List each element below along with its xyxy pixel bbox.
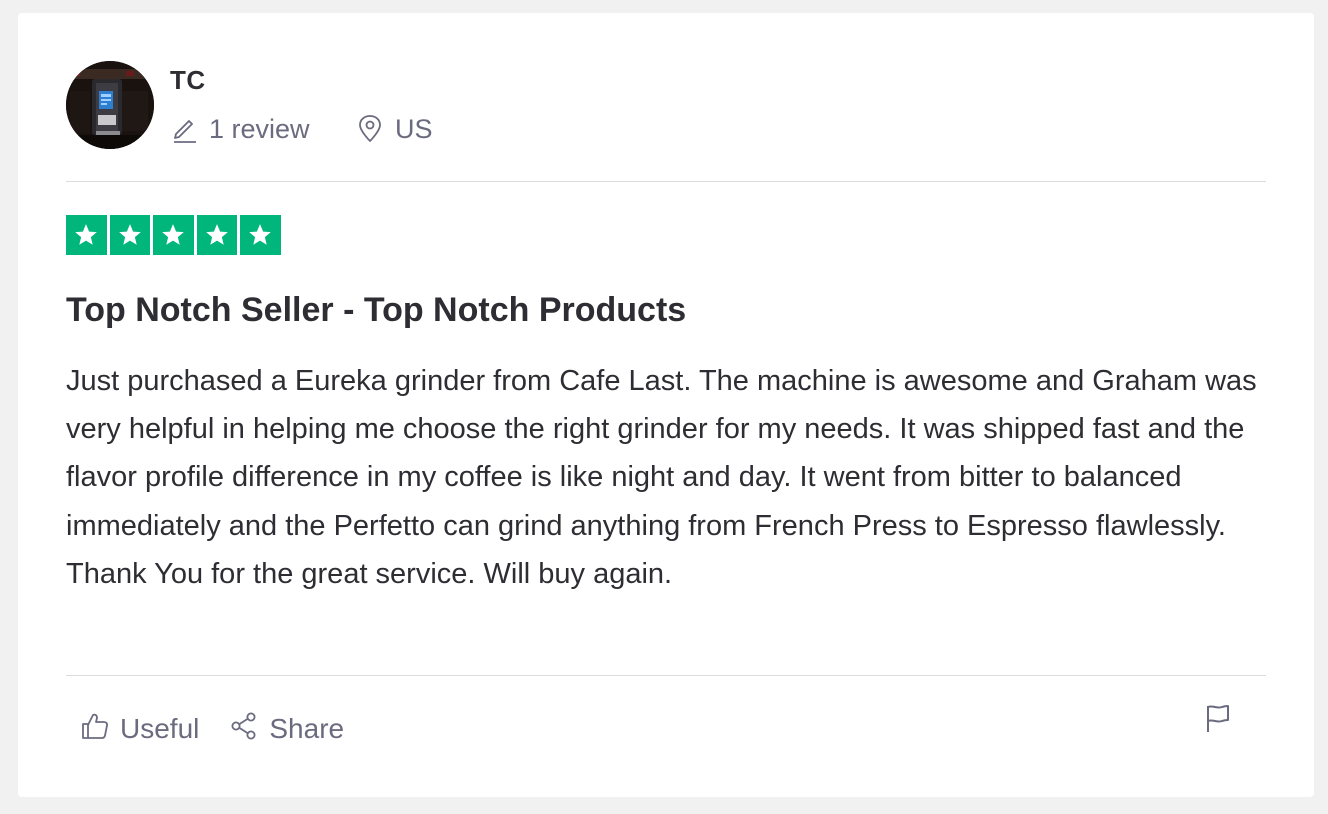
star-icon [66,215,107,255]
share-icon [229,711,259,748]
pencil-icon [170,114,198,144]
review-card: TC 1 review US Top Notch Seller - Top No… [18,13,1314,797]
review-body: Just purchased a Eureka grinder from Caf… [66,365,1257,590]
divider [66,181,1266,182]
star-icon [240,215,281,255]
reviewer-location: US [356,111,433,147]
country-label: US [395,113,433,144]
share-button[interactable]: Share [229,709,344,749]
divider [66,675,1266,676]
star-icon [109,215,150,255]
review-actions: Useful Share [80,709,344,749]
star-rating [66,215,281,255]
useful-label: Useful [120,713,200,744]
review-title[interactable]: Top Notch Seller - Top Notch Products [66,291,686,330]
flag-icon [1204,705,1232,739]
thumbs-up-icon [80,711,110,748]
review-count: 1 review [170,111,356,147]
reviewer-name[interactable]: TC [170,65,206,96]
reviewer-meta: 1 review US [170,111,433,147]
reviewer-avatar[interactable] [66,61,154,149]
location-pin-icon [356,114,384,144]
share-label: Share [269,713,345,744]
report-flag-button[interactable] [1204,703,1232,735]
useful-button[interactable]: Useful [80,709,199,749]
star-icon [153,215,194,255]
review-count-label: 1 review [209,113,310,144]
star-icon [196,215,237,255]
espresso-machine-photo [66,61,154,149]
